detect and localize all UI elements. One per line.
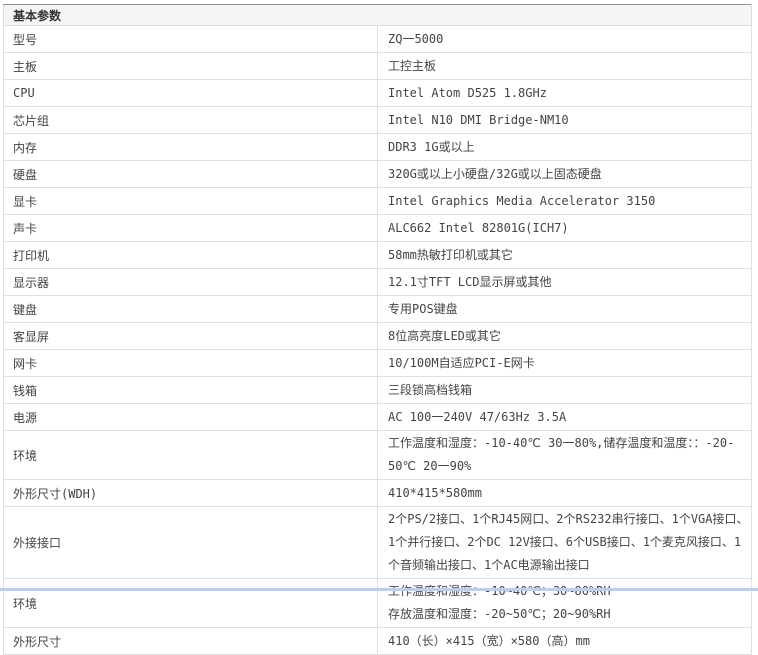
- table-row: 主板工控主板: [4, 53, 752, 80]
- spec-value-line: Intel Atom D525 1.8GHz: [388, 82, 750, 105]
- spec-label: 声卡: [4, 215, 378, 242]
- spec-label: 内存: [4, 134, 378, 161]
- spec-table: 基本参数 型号ZQ一5000主板工控主板CPUIntel Atom D525 1…: [3, 4, 752, 655]
- spec-value-line: 10/100M自适应PCI-E网卡: [388, 352, 750, 375]
- spec-value-line: ALC662 Intel 82801G(ICH7): [388, 217, 750, 240]
- spec-label: 键盘: [4, 296, 378, 323]
- spec-label: 硬盘: [4, 161, 378, 188]
- table-row: 外接接口2个PS/2接口、1个RJ45网口、2个RS232串行接口、1个VGA接…: [4, 507, 752, 579]
- spec-value: 410*415*580mm: [378, 480, 752, 507]
- spec-label: 钱箱: [4, 377, 378, 404]
- table-row: 打印机 58mm热敏打印机或其它: [4, 242, 752, 269]
- spec-value: Intel N10 DMI Bridge-NM10: [378, 107, 752, 134]
- spec-label: 显卡: [4, 188, 378, 215]
- spec-value: ALC662 Intel 82801G(ICH7): [378, 215, 752, 242]
- table-header-title: 基本参数: [4, 5, 752, 26]
- spec-label: 环境: [4, 579, 378, 628]
- table-row: 显卡 Intel Graphics Media Accelerator 3150: [4, 188, 752, 215]
- table-row: 网卡 10/100M自适应PCI-E网卡: [4, 350, 752, 377]
- spec-value: 410（长）×415（宽）×580（高）mm: [378, 628, 752, 655]
- spec-label: 电源: [4, 404, 378, 431]
- table-row: 硬盘 320G或以上小硬盘/32G或以上固态硬盘: [4, 161, 752, 188]
- spec-value-line: 410（长）×415（宽）×580（高）mm: [388, 630, 750, 653]
- table-row: 环境工作温度和湿度：-10~40℃；30~80%RH存放温度和湿度：-20~50…: [4, 579, 752, 628]
- table-row: 外形尺寸 410（长）×415（宽）×580（高）mm: [4, 628, 752, 655]
- table-row: 钱箱三段锁高档钱箱: [4, 377, 752, 404]
- spec-value-line: AC 100一240V 47/63Hz 3.5A: [388, 406, 750, 429]
- spec-value: 2个PS/2接口、1个RJ45网口、2个RS232串行接口、1个VGA接口、1个…: [378, 507, 752, 579]
- spec-value-line: 8位高亮度LED或其它: [388, 325, 750, 348]
- table-row: 显示器 12.1寸TFT LCD显示屏或其他: [4, 269, 752, 296]
- spec-label: 网卡: [4, 350, 378, 377]
- spec-label: 环境: [4, 431, 378, 480]
- table-header-row: 基本参数: [4, 5, 752, 26]
- spec-value-line: 410*415*580mm: [388, 482, 750, 505]
- spec-value: AC 100一240V 47/63Hz 3.5A: [378, 404, 752, 431]
- spec-label: CPU: [4, 80, 378, 107]
- spec-value-line: 58mm热敏打印机或其它: [388, 244, 750, 267]
- spec-value: 8位高亮度LED或其它: [378, 323, 752, 350]
- spec-label: 打印机: [4, 242, 378, 269]
- spec-value: 工控主板: [378, 53, 752, 80]
- table-row: 内存 DDR3 1G或以上: [4, 134, 752, 161]
- spec-value-line: 工作温度和湿度：-10-40℃ 30一80%,储存温度和温度：：-20-50℃ …: [388, 432, 750, 478]
- spec-value: 工作温度和湿度：-10~40℃；30~80%RH存放温度和湿度：-20~50℃；…: [378, 579, 752, 628]
- spec-value: Intel Atom D525 1.8GHz: [378, 80, 752, 107]
- table-row: 外形尺寸(WDH) 410*415*580mm: [4, 480, 752, 507]
- table-row: 键盘专用POS键盘: [4, 296, 752, 323]
- spec-value: 工作温度和湿度：-10-40℃ 30一80%,储存温度和温度：：-20-50℃ …: [378, 431, 752, 480]
- spec-value-line: ZQ一5000: [388, 28, 750, 51]
- spec-value: 专用POS键盘: [378, 296, 752, 323]
- spec-value-line: 专用POS键盘: [388, 298, 750, 321]
- spec-label: 客显屏: [4, 323, 378, 350]
- spec-value-line: 12.1寸TFT LCD显示屏或其他: [388, 271, 750, 294]
- spec-value: 10/100M自适应PCI-E网卡: [378, 350, 752, 377]
- spec-value-line: 320G或以上小硬盘/32G或以上固态硬盘: [388, 163, 750, 186]
- spec-value: 三段锁高档钱箱: [378, 377, 752, 404]
- spec-label: 显示器: [4, 269, 378, 296]
- spec-label: 主板: [4, 53, 378, 80]
- spec-value: DDR3 1G或以上: [378, 134, 752, 161]
- spec-label: 外形尺寸(WDH): [4, 480, 378, 507]
- spec-value-line: 2个PS/2接口、1个RJ45网口、2个RS232串行接口、1个VGA接口、1个…: [388, 508, 750, 577]
- spec-value-line: Intel N10 DMI Bridge-NM10: [388, 109, 750, 132]
- spec-value-line: 三段锁高档钱箱: [388, 379, 750, 402]
- spec-label: 外接接口: [4, 507, 378, 579]
- spec-label: 芯片组: [4, 107, 378, 134]
- spec-label: 型号: [4, 26, 378, 53]
- table-row: 电源 AC 100一240V 47/63Hz 3.5A: [4, 404, 752, 431]
- table-row: 环境工作温度和湿度：-10-40℃ 30一80%,储存温度和温度：：-20-50…: [4, 431, 752, 480]
- bottom-accent-line: [0, 588, 758, 591]
- table-row: 声卡 ALC662 Intel 82801G(ICH7): [4, 215, 752, 242]
- table-row: CPU Intel Atom D525 1.8GHz: [4, 80, 752, 107]
- spec-value-line: 工作温度和湿度：-10~40℃；30~80%RH: [388, 580, 750, 603]
- spec-value-line: DDR3 1G或以上: [388, 136, 750, 159]
- spec-value: 58mm热敏打印机或其它: [378, 242, 752, 269]
- spec-value: ZQ一5000: [378, 26, 752, 53]
- table-row: 型号 ZQ一5000: [4, 26, 752, 53]
- spec-value-line: Intel Graphics Media Accelerator 3150: [388, 190, 750, 213]
- table-row: 芯片组 Intel N10 DMI Bridge-NM10: [4, 107, 752, 134]
- spec-label: 外形尺寸: [4, 628, 378, 655]
- spec-value-line: 工控主板: [388, 55, 750, 78]
- spec-value: 320G或以上小硬盘/32G或以上固态硬盘: [378, 161, 752, 188]
- spec-value: Intel Graphics Media Accelerator 3150: [378, 188, 752, 215]
- table-row: 客显屏 8位高亮度LED或其它: [4, 323, 752, 350]
- spec-value: 12.1寸TFT LCD显示屏或其他: [378, 269, 752, 296]
- spec-value-line: 存放温度和湿度：-20~50℃；20~90%RH: [388, 603, 750, 626]
